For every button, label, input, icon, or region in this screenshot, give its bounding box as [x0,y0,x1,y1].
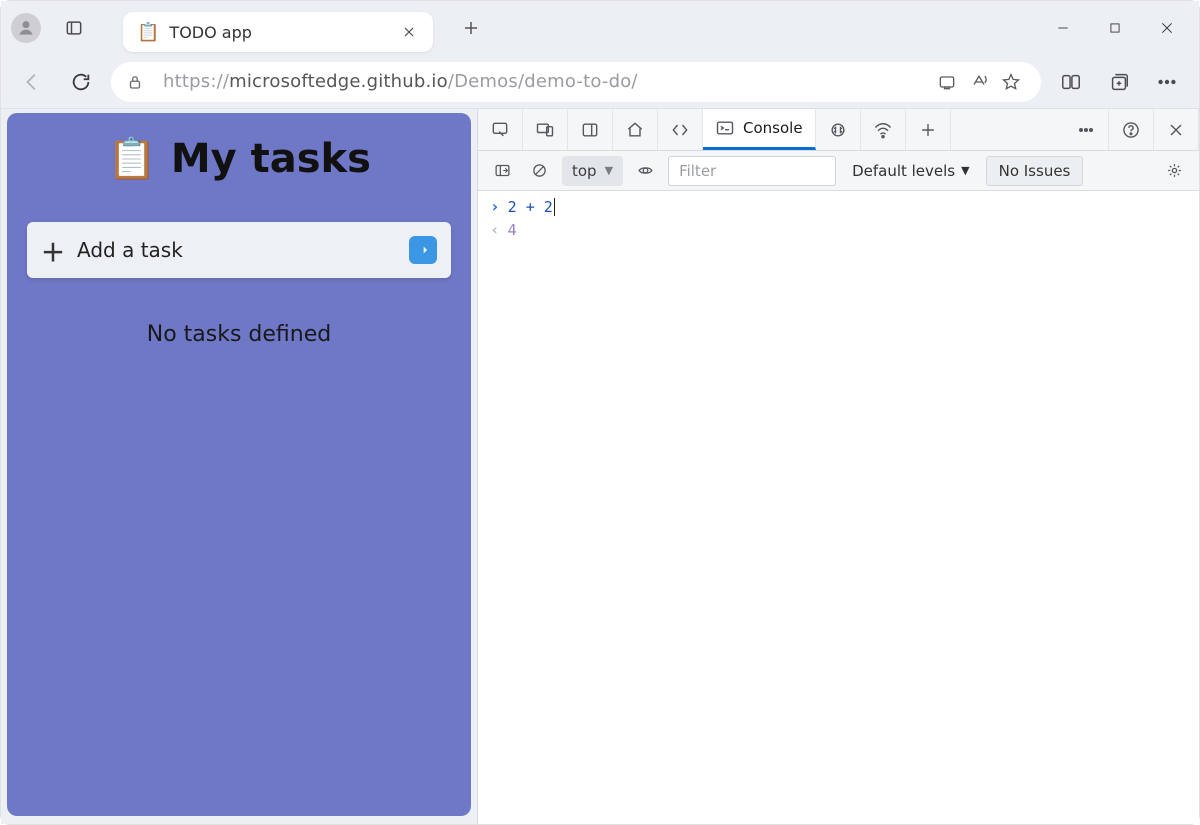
add-task-submit-button[interactable] [409,236,437,264]
console-issues-button[interactable]: No Issues [986,156,1084,186]
devtools-more-icon[interactable] [1064,109,1109,150]
console-filter-input[interactable]: Filter [668,156,836,186]
window-maximize-button[interactable] [1089,8,1141,48]
plus-icon: ＋ [41,233,65,268]
url-text: https://microsoftedge.github.io/Demos/de… [163,71,638,92]
console-output-area[interactable]: › 2 + 2 › 4 [478,191,1199,824]
split-screen-icon[interactable] [1049,62,1093,102]
tab-actions-button[interactable] [57,11,91,45]
favorite-star-icon[interactable] [995,72,1027,92]
tab-favicon: 📋 [137,22,159,43]
site-info-lock-icon[interactable] [125,73,145,91]
devtools-inspect-icon[interactable] [478,109,523,150]
address-bar[interactable]: https://microsoftedge.github.io/Demos/de… [111,62,1041,102]
read-aloud-icon[interactable] [963,72,995,92]
page-title: 📋 My tasks [107,135,371,182]
browser-tab[interactable]: 📋 TODO app [123,12,433,52]
settings-more-icon[interactable] [1145,62,1189,102]
console-sidebar-toggle-icon[interactable] [488,157,517,185]
add-task-placeholder: Add a task [77,238,409,262]
console-levels-selector[interactable]: Default levels▼ [844,162,978,180]
console-context-selector[interactable]: top▼ [562,156,623,186]
window-minimize-button[interactable] [1037,8,1089,48]
devtools-dock-icon[interactable] [568,109,613,150]
install-app-icon[interactable] [931,72,963,92]
nav-back-button[interactable] [11,62,55,102]
devtools-tab-welcome[interactable] [613,109,658,150]
console-settings-icon[interactable] [1160,157,1189,185]
devtools-tab-elements[interactable] [658,109,703,150]
devtools-device-icon[interactable] [523,109,568,150]
tab-title: TODO app [169,23,389,42]
devtools-close-button[interactable] [1154,109,1199,150]
empty-state-text: No tasks defined [147,322,331,347]
add-task-input[interactable]: ＋ Add a task [27,222,451,278]
new-tab-button[interactable] [451,8,491,48]
devtools-tab-console[interactable]: Console [703,109,816,150]
chevron-right-icon: › [490,197,500,216]
tab-close-button[interactable] [399,22,419,42]
todo-app-surface: 📋 My tasks ＋ Add a task No tasks defined [7,113,471,816]
chevron-left-icon: › [490,220,500,239]
clipboard-icon: 📋 [107,135,157,182]
devtools-tab-sources-icon[interactable] [816,109,861,150]
console-output-line: › 4 [478,218,1199,241]
devtools-help-icon[interactable] [1109,109,1154,150]
console-clear-button[interactable] [525,157,554,185]
nav-refresh-button[interactable] [59,62,103,102]
collections-icon[interactable] [1097,62,1141,102]
console-live-expression-icon[interactable] [631,157,660,185]
profile-avatar[interactable] [11,13,41,43]
window-close-button[interactable] [1141,8,1193,48]
text-cursor [554,198,555,216]
devtools-more-tabs-button[interactable] [906,109,951,150]
console-input-line[interactable]: › 2 + 2 [478,195,1199,218]
devtools-tab-network-icon[interactable] [861,109,906,150]
